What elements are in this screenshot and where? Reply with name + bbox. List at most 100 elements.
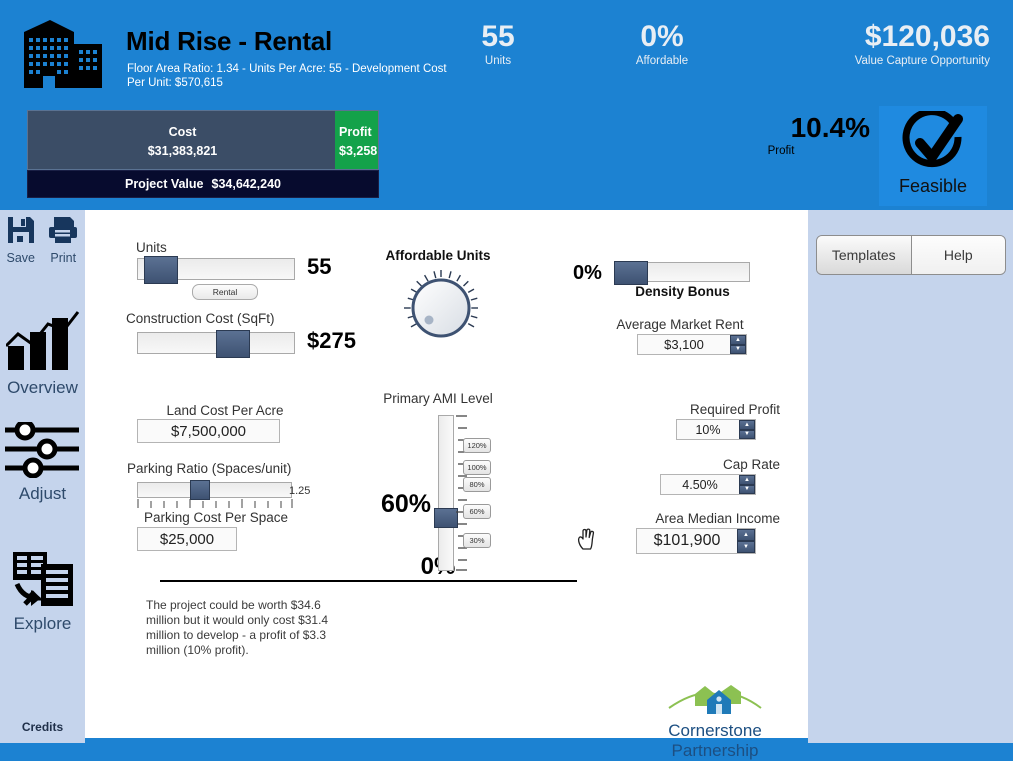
area-median-income-spinner[interactable]: ▲ ▼: [737, 529, 755, 553]
average-market-rent-spinner[interactable]: ▲ ▼: [730, 335, 746, 354]
parking-ratio-slider-thumb[interactable]: [190, 480, 210, 500]
cornerstone-logo-text: Cornerstone Partnership: [668, 721, 762, 760]
print-icon: [49, 217, 78, 243]
primary-ami-slider[interactable]: [434, 415, 458, 571]
construction-cost-slider[interactable]: [137, 330, 295, 358]
header-banner: Mid Rise - Rental Floor Area Ratio: 1.34…: [0, 0, 1013, 210]
print-label: Print: [50, 251, 77, 265]
cost-label: Cost: [168, 125, 197, 139]
ami-tick-30[interactable]: 30%: [463, 533, 491, 548]
sliders-icon: [4, 419, 79, 479]
average-market-rent-label: Average Market Rent: [616, 317, 744, 332]
profit-segment-text: Profit $3,258,41: [337, 123, 378, 161]
print-button[interactable]: Print: [47, 215, 79, 265]
section-divider: [160, 580, 577, 582]
primary-ami-tick-marks: [456, 415, 467, 571]
spinner-up-icon[interactable]: ▲: [739, 420, 755, 430]
page-title: Mid Rise - Rental: [126, 26, 333, 56]
feasible-label: Feasible: [898, 176, 968, 196]
ami-tick-80[interactable]: 80%: [463, 477, 491, 492]
sidebar-item-overview-label: Overview: [7, 378, 78, 397]
spinner-down-icon[interactable]: ▼: [737, 541, 755, 553]
sidebar: Save Print Overview Adjust Explore Credi…: [0, 210, 85, 743]
rental-mode-button[interactable]: Rental: [192, 284, 258, 300]
feasible-badge: Feasible: [879, 106, 987, 206]
project-value-bar: Project Value $34,642,240: [27, 170, 379, 198]
sidebar-item-adjust[interactable]: Adjust: [0, 419, 85, 504]
land-cost-input[interactable]: $7,500,000: [137, 419, 280, 443]
project-value-label: Project Value: [124, 177, 204, 191]
land-cost-label: Land Cost Per Acre: [166, 403, 284, 418]
cap-rate-spinner[interactable]: ▲ ▼: [739, 475, 755, 494]
sidebar-item-explore-label: Explore: [13, 614, 72, 633]
area-median-income-field[interactable]: $101,900 ▲ ▼: [636, 528, 756, 554]
average-market-rent-field[interactable]: $3,100 ▲ ▼: [637, 334, 747, 355]
cornerstone-logo: Cornerstone Partnership: [625, 684, 805, 761]
building-icon: [10, 8, 120, 100]
kpi-units: 55 Units: [448, 20, 548, 68]
parking-ratio-value: 1.25: [289, 485, 311, 497]
primary-ami-value: 60%: [381, 490, 432, 518]
main-panel: Units 55 Rental Construction Cost (SqFt)…: [85, 210, 808, 738]
density-bonus-slider[interactable]: [614, 261, 750, 285]
affordable-units-knob[interactable]: [401, 268, 481, 348]
cost-segment-text: Cost $31,383,821: [28, 123, 337, 161]
kpi-profit-label: Profit: [767, 145, 795, 157]
bar-chart-icon: [4, 311, 79, 370]
units-label: Units: [136, 240, 167, 255]
spinner-up-icon[interactable]: ▲: [730, 335, 746, 345]
affordable-units-label: Affordable Units: [385, 248, 491, 263]
units-slider-thumb[interactable]: [144, 256, 178, 284]
summary-text: The project could be worth $34.6 million…: [146, 598, 329, 657]
sidebar-item-adjust-label: Adjust: [18, 484, 67, 503]
profit-label: Profit: [339, 125, 372, 139]
save-icon: [7, 217, 34, 243]
spinner-down-icon[interactable]: ▼: [730, 344, 746, 354]
sidebar-item-explore[interactable]: Explore: [0, 550, 85, 634]
cap-rate-label: Cap Rate: [722, 457, 780, 472]
kpi-value-capture-value: $120,036: [864, 20, 990, 53]
units-value: 55: [307, 254, 332, 279]
parking-cost-label: Parking Cost Per Space: [143, 510, 289, 525]
project-value-amount: $34,642,240: [211, 177, 282, 191]
tab-group: Templates Help: [816, 235, 1006, 275]
parking-ratio-label: Parking Ratio (Spaces/unit): [127, 461, 292, 476]
ami-tick-120[interactable]: 120%: [463, 438, 491, 453]
kpi-units-label: Units: [484, 55, 512, 67]
required-profit-field[interactable]: 10% ▲ ▼: [676, 419, 756, 440]
check-circle-icon: [902, 111, 963, 168]
hand-cursor-icon: [577, 528, 595, 550]
required-profit-spinner[interactable]: ▲ ▼: [739, 420, 755, 439]
ami-tick-60[interactable]: 60%: [463, 504, 491, 519]
density-bonus-label: Density Bonus: [635, 284, 730, 299]
area-median-income-label: Area Median Income: [655, 511, 780, 526]
density-bonus-value: 0%: [573, 262, 602, 284]
sidebar-tools: Save Print: [0, 215, 85, 265]
ami-tick-100[interactable]: 100%: [463, 460, 491, 475]
parking-ratio-ticks: [137, 499, 293, 508]
density-bonus-slider-thumb[interactable]: [614, 261, 648, 285]
construction-cost-label: Construction Cost (SqFt): [126, 311, 275, 326]
spinner-down-icon[interactable]: ▼: [739, 484, 755, 494]
tab-templates[interactable]: Templates: [817, 236, 911, 274]
cap-rate-field[interactable]: 4.50% ▲ ▼: [660, 474, 756, 495]
primary-ami-label: Primary AMI Level: [383, 391, 493, 406]
units-slider[interactable]: [137, 256, 295, 284]
credits-link[interactable]: Credits: [0, 720, 85, 734]
cost-value: $31,383,821: [147, 144, 218, 158]
spinner-up-icon[interactable]: ▲: [739, 475, 755, 485]
kpi-profit-value: 10.4%: [790, 112, 870, 143]
spinner-down-icon[interactable]: ▼: [739, 429, 755, 439]
required-profit-label: Required Profit: [689, 402, 780, 417]
parking-cost-input[interactable]: $25,000: [137, 527, 237, 551]
tab-help[interactable]: Help: [910, 236, 1005, 274]
kpi-affordable: 0% Affordable: [602, 20, 722, 68]
spinner-up-icon[interactable]: ▲: [737, 529, 755, 541]
profit-value: $3,258,41: [339, 144, 378, 158]
parking-ratio-slider[interactable]: [137, 480, 292, 500]
kpi-affordable-value: 0%: [640, 20, 684, 53]
save-button[interactable]: Save: [6, 215, 36, 265]
save-label: Save: [6, 251, 36, 265]
construction-cost-slider-thumb[interactable]: [216, 330, 250, 358]
sidebar-item-overview[interactable]: Overview: [0, 310, 85, 398]
